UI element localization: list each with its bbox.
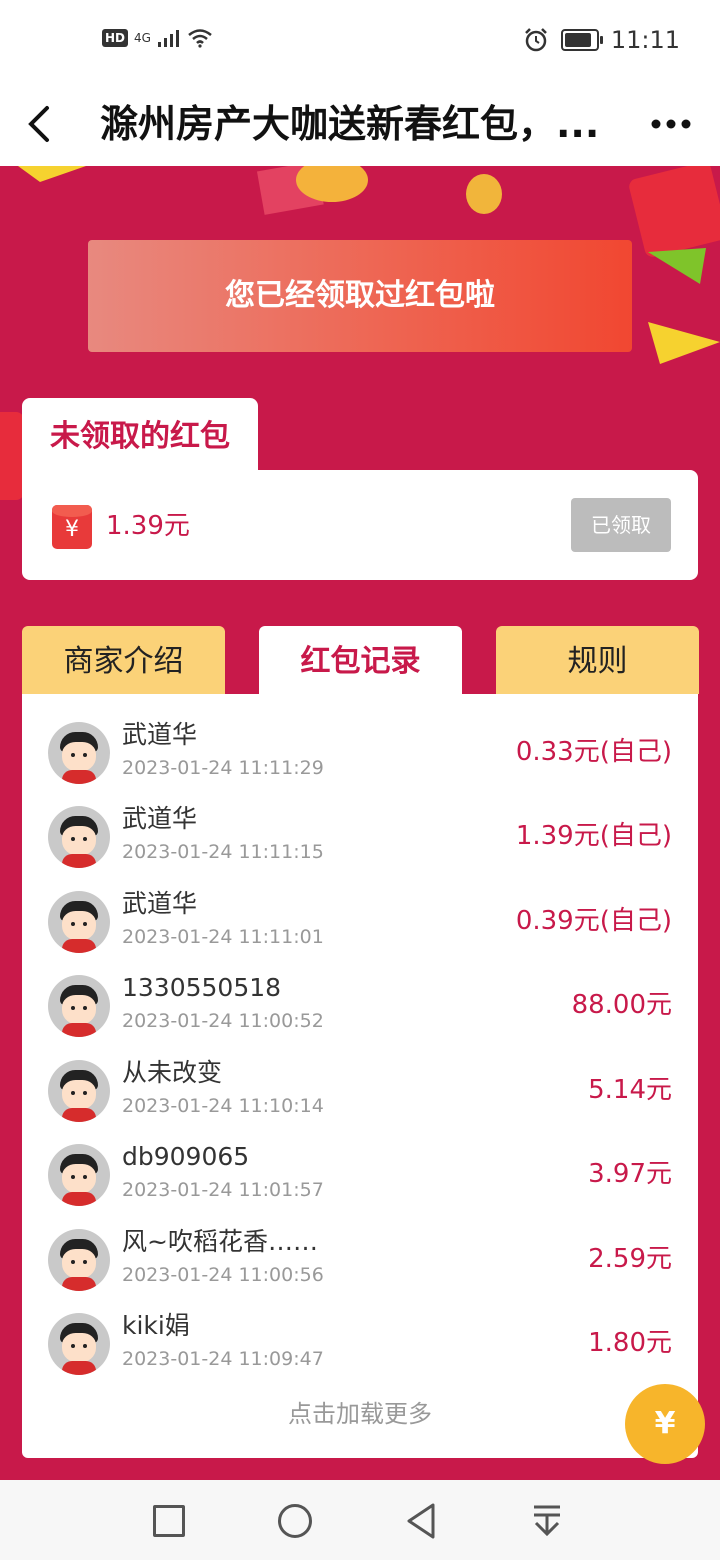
- status-left: HD 4G: [102, 28, 213, 48]
- system-nav-bar: [0, 1480, 720, 1560]
- record-name: 1330550518: [122, 973, 282, 1002]
- circle-icon: [278, 1504, 312, 1538]
- record-name: db909065: [122, 1142, 250, 1171]
- more-button[interactable]: [648, 98, 694, 150]
- list-item: db909065 2023-01-24 11:01:57 3.97元: [22, 1130, 698, 1214]
- triangle-back-icon: [407, 1503, 435, 1539]
- home-button[interactable]: [270, 1496, 320, 1546]
- list-item: 1330550518 2023-01-24 11:00:52 88.00元: [22, 961, 698, 1045]
- record-amount: 5.14元: [588, 1075, 672, 1105]
- record-name: 从未改变: [122, 1058, 223, 1087]
- record-amount: 3.97元: [588, 1159, 672, 1189]
- pull-down-icon: [534, 1505, 560, 1537]
- avatar: [48, 891, 110, 953]
- decorative-red-envelope: [0, 412, 24, 500]
- record-time: 2023-01-24 11:11:01: [122, 926, 324, 948]
- status-right: 11:11: [523, 26, 680, 54]
- money-bag-button[interactable]: ¥: [625, 1384, 705, 1464]
- record-time: 2023-01-24 11:00:56: [122, 1264, 324, 1286]
- notification-pull-button[interactable]: [522, 1496, 572, 1546]
- record-time: 2023-01-24 11:00:52: [122, 1010, 324, 1032]
- status-bar: HD 4G 11:11: [0, 0, 720, 84]
- hd-badge: HD: [102, 29, 129, 47]
- record-time: 2023-01-24 11:09:47: [122, 1348, 324, 1370]
- claimed-button[interactable]: 已领取: [571, 498, 671, 552]
- avatar: [48, 806, 110, 868]
- record-amount: 88.00元: [571, 990, 672, 1020]
- tab-rules[interactable]: 规则: [496, 626, 699, 694]
- record-amount: 2.59元: [588, 1244, 672, 1274]
- record-time: 2023-01-24 11:11:29: [122, 757, 324, 779]
- avatar: [48, 1229, 110, 1291]
- list-item: 武道华 2023-01-24 11:11:29 0.33元(自己): [22, 708, 698, 792]
- record-amount: 1.80元: [588, 1328, 672, 1358]
- list-item: 武道华 2023-01-24 11:11:15 1.39元(自己): [22, 792, 698, 876]
- records-list: 武道华 2023-01-24 11:11:29 0.33元(自己) 武道华 20…: [22, 694, 698, 1458]
- back-button[interactable]: [20, 98, 60, 150]
- record-name: 武道华: [122, 720, 198, 749]
- avatar: [48, 1060, 110, 1122]
- record-time: 2023-01-24 11:10:14: [122, 1095, 324, 1117]
- square-icon: [153, 1505, 185, 1537]
- avatar: [48, 1313, 110, 1375]
- tab-merchant-intro[interactable]: 商家介绍: [22, 626, 225, 694]
- record-amount: 1.39元(自己): [515, 821, 672, 851]
- page-title: 滁州房产大咖送新春红包，...: [100, 102, 600, 146]
- list-item: 风~吹稻花香…… 2023-01-24 11:00:56 2.59元: [22, 1215, 698, 1299]
- tab-bar: 商家介绍 红包记录 规则: [22, 626, 699, 696]
- list-item: 武道华 2023-01-24 11:11:01 0.39元(自己): [22, 877, 698, 961]
- record-name: 武道华: [122, 804, 198, 833]
- wifi-icon: [188, 29, 212, 48]
- record-time: 2023-01-24 11:01:57: [122, 1179, 324, 1201]
- avatar: [48, 722, 110, 784]
- load-more-link[interactable]: 点击加载更多: [22, 1394, 698, 1434]
- signal-icon: [157, 30, 179, 47]
- red-envelope-icon: ¥: [52, 505, 92, 549]
- unclaimed-card: ¥ 1.39元 已领取: [22, 470, 698, 580]
- record-amount: 0.33元(自己): [515, 737, 672, 767]
- recent-apps-button[interactable]: [144, 1496, 194, 1546]
- record-name: kiki娟: [122, 1311, 190, 1340]
- money-bag-icon: ¥: [654, 1406, 676, 1441]
- chevron-left-icon: [28, 106, 49, 142]
- list-item: kiki娟 2023-01-24 11:09:47 1.80元: [22, 1299, 698, 1383]
- unclaimed-amount: 1.39元: [106, 511, 190, 541]
- list-item: 从未改变 2023-01-24 11:10:14 5.14元: [22, 1046, 698, 1130]
- battery-icon: [560, 29, 603, 51]
- tab-red-packet-records[interactable]: 红包记录: [259, 626, 462, 696]
- nav-back-button[interactable]: [396, 1496, 446, 1546]
- more-icon: [651, 119, 691, 129]
- record-name: 武道华: [122, 889, 198, 918]
- record-amount: 0.39元(自己): [515, 906, 672, 936]
- record-time: 2023-01-24 11:11:15: [122, 841, 324, 863]
- record-name: 风~吹稻花香……: [122, 1227, 318, 1256]
- alarm-icon: [524, 28, 547, 52]
- unclaimed-tab-label: 未领取的红包: [22, 398, 258, 474]
- status-banner: 您已经领取过红包啦: [88, 240, 632, 352]
- title-bar: 滁州房产大咖送新春红包，...: [0, 84, 720, 166]
- status-time: 11:11: [610, 26, 680, 54]
- avatar: [48, 975, 110, 1037]
- avatar: [48, 1144, 110, 1206]
- network-type: 4G: [134, 31, 151, 45]
